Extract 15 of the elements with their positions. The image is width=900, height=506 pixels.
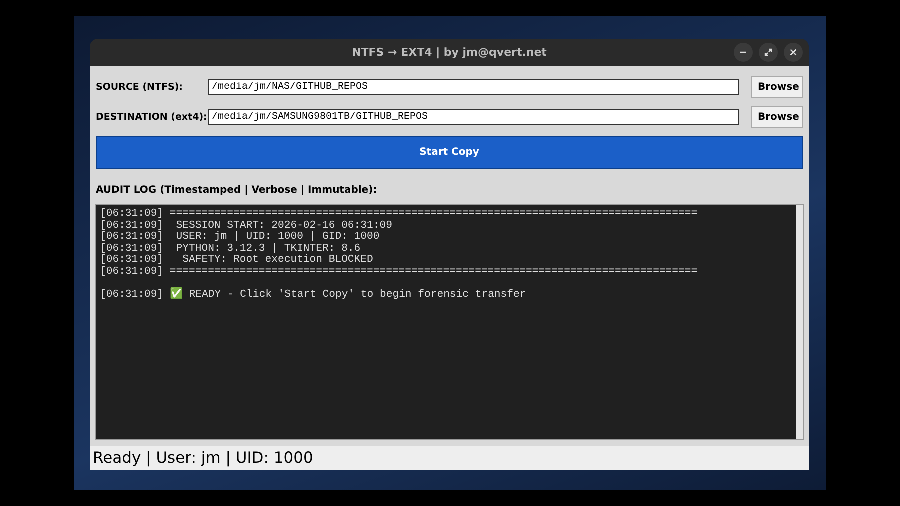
path-input-field[interactable]: /media/jm/NAS/GITHUB_REPOS [208, 79, 739, 95]
audit-log-label: AUDIT LOG (Timestamped | Verbose | Immutable): [96, 185, 378, 196]
start-copy-button[interactable]: Start Copy [96, 136, 803, 169]
path-input-field[interactable]: /media/jm/SAMSUNG9801TB/GITHUB_REPOS [208, 109, 739, 125]
minimize-icon[interactable] [734, 43, 753, 62]
field-label: DESTINATION (ext4): [96, 112, 208, 122]
close-icon[interactable] [784, 43, 803, 62]
window-title: NTFS → EXT4 | by jm@qvert.net [352, 46, 547, 59]
status-text: Ready | User: jm | UID: 1000 [93, 449, 314, 467]
browse-button[interactable]: Browse [751, 106, 803, 128]
field-label: SOURCE (NTFS): [96, 82, 184, 92]
log-text: [06:31:09] =================================================================================== [06:31:09] SESSION START: 2026-02-16 06:31:09 [06:31:09] USER: jm | UID: 1000 | GID: 1000 [06:31:09] PYTHON: 3.12.3 | TKINTER: 8.6 [06:31:09] SAFETY: Root execution BLOCKED [06:31:09] =================================================================================== [06:31:09] ✅ READY - Click 'Start Copy' to begin forensic transfer [99, 207, 699, 302]
maximize-icon[interactable] [759, 43, 778, 62]
browse-button[interactable]: Browse [751, 76, 803, 98]
scrollbar[interactable] [796, 205, 803, 439]
